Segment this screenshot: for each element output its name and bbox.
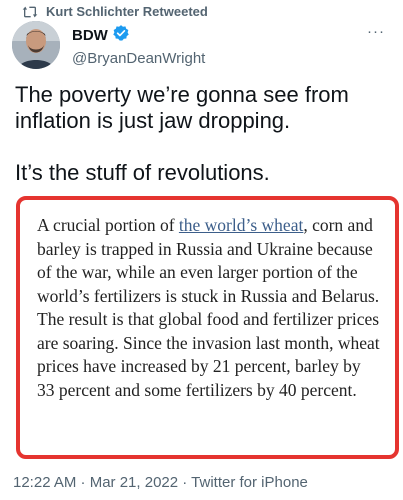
tweet-timestamp[interactable]: 12:22 AM · Mar 21, 2022 · Twitter for iP… (13, 474, 308, 491)
avatar[interactable] (12, 21, 60, 69)
retweet-context[interactable]: Kurt Schlichter Retweeted (22, 4, 208, 19)
quote-link[interactable]: the world’s wheat (179, 215, 303, 235)
retweet-label: Kurt Schlichter Retweeted (46, 4, 208, 19)
author-block[interactable]: BDW @BryanDeanWright (72, 24, 205, 67)
author-handle[interactable]: @BryanDeanWright (72, 50, 205, 67)
retweet-icon (22, 5, 38, 19)
quote-text-after-link: , corn and barley is trapped in Russia a… (37, 215, 380, 400)
quoted-article-image[interactable]: A crucial portion of the world’s wheat, … (16, 196, 399, 459)
more-icon[interactable]: ··· (367, 24, 385, 39)
author-display-name[interactable]: BDW (72, 27, 108, 44)
tweet-text: The poverty we’re gonna see from inflati… (15, 82, 395, 186)
tweet-text-line-1: The poverty we’re gonna see from inflati… (15, 82, 349, 133)
quote-text: A crucial portion of the world’s wheat, … (37, 214, 382, 402)
quote-text-before-link: A crucial portion of (37, 215, 179, 235)
tweet-text-line-2: It’s the stuff of revolutions. (15, 160, 270, 185)
verified-badge-icon (112, 24, 130, 47)
